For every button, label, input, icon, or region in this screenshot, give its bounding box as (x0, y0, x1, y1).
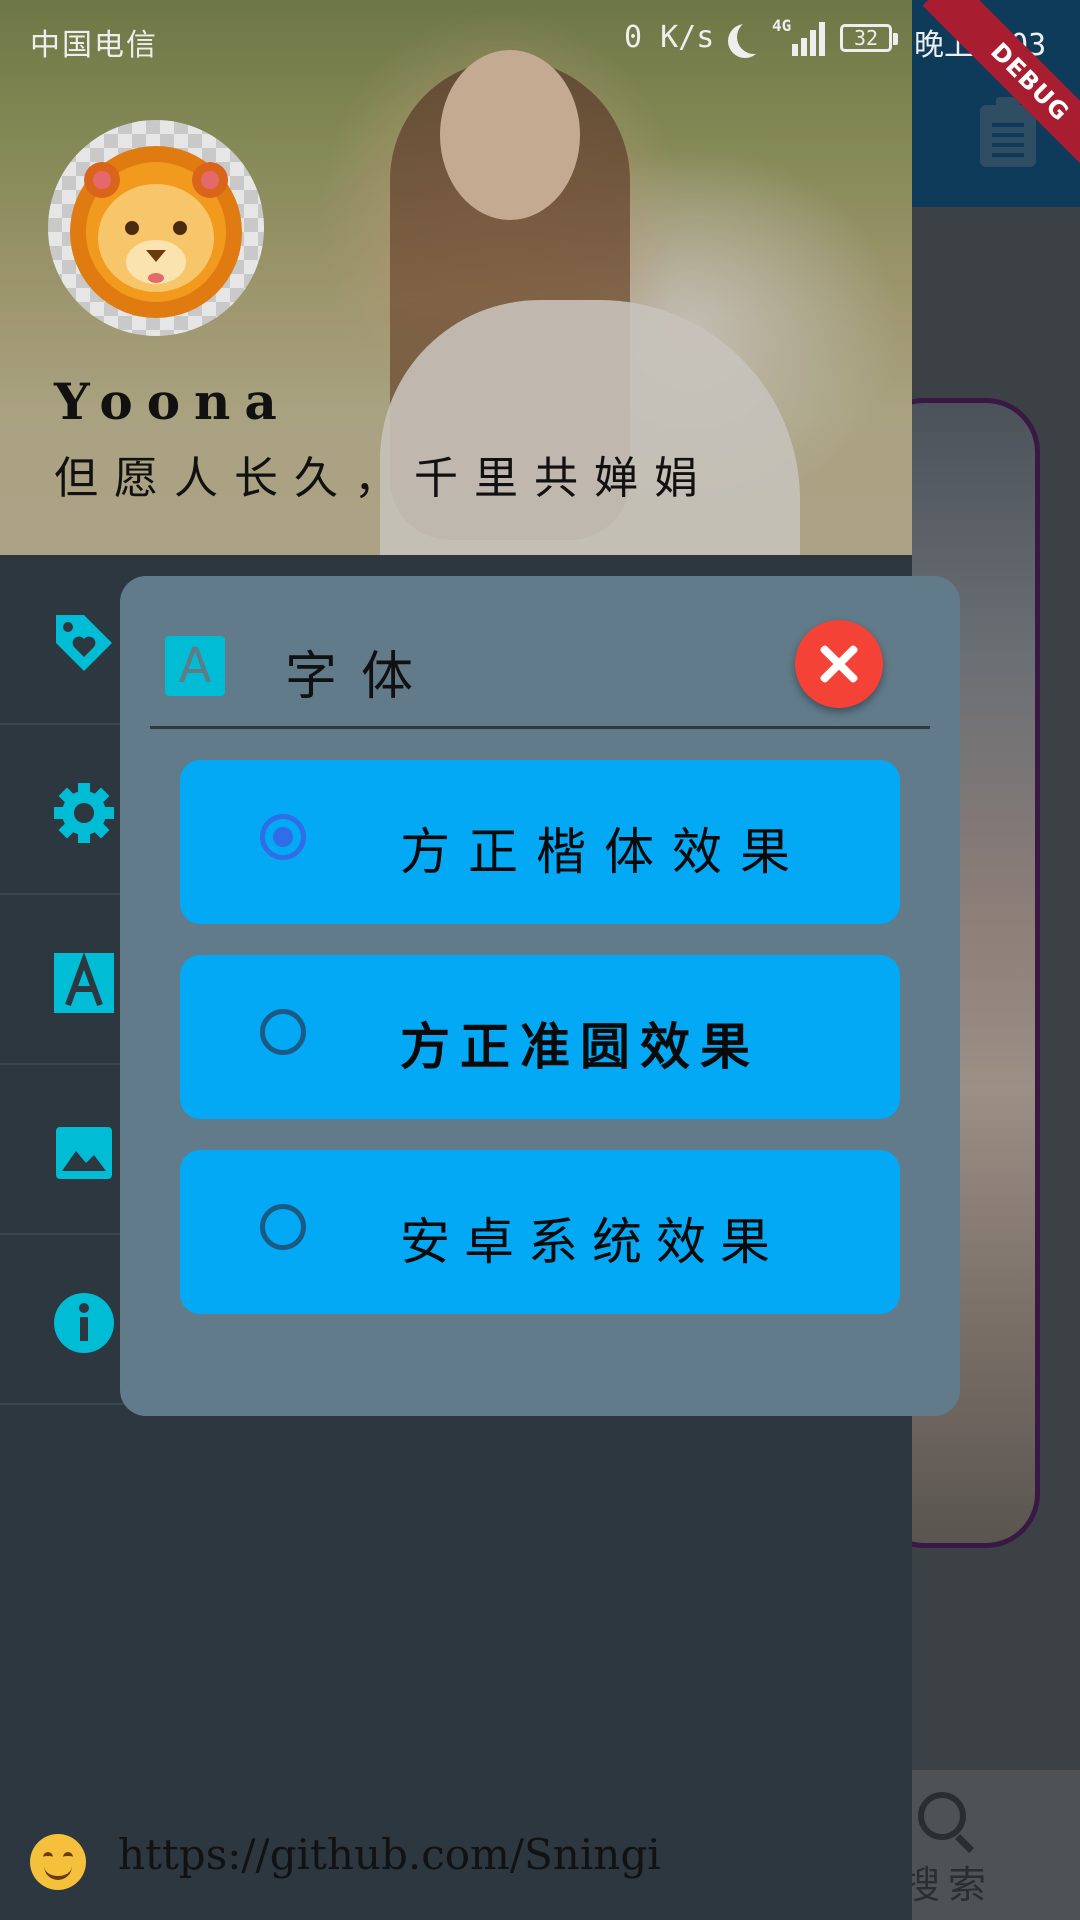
close-button[interactable] (795, 620, 883, 708)
gear-icon (54, 783, 114, 843)
user-name: Yoona (54, 372, 291, 431)
info-icon (54, 1293, 114, 1353)
font-option-kaiti[interactable]: 方正楷体效果 (180, 760, 900, 924)
github-link[interactable]: https://github.com/Sningi (118, 1830, 661, 1879)
radio-button[interactable] (260, 1009, 306, 1055)
dialog-title: 字体 (285, 647, 438, 707)
network-speed: 0 K/s (624, 20, 715, 55)
drawer-footer: https://github.com/Sningi (30, 1830, 890, 1894)
status-bar: 中国电信 0 K/s 4G 32 晚上8:03 (0, 0, 1080, 78)
user-motto: 但愿人长久，千里共婵娟 (54, 453, 714, 504)
font-dialog: A 字体 方正楷体效果 方正准圆效果 安卓系统效果 (120, 576, 960, 1416)
radio-button[interactable] (260, 1204, 306, 1250)
divider (150, 726, 930, 729)
do-not-disturb-moon-icon (737, 20, 771, 54)
drawer-header: Yoona 但愿人长久，千里共婵娟 (0, 0, 912, 555)
network-type: 4G (772, 16, 792, 35)
font-option-label: 安卓系统效果 (400, 1213, 784, 1271)
font-icon (54, 952, 114, 1013)
signal-strength-icon: 4G (772, 16, 825, 56)
font-option-label: 方正楷体效果 (400, 823, 808, 881)
tag-heart-icon (56, 615, 112, 671)
radio-button[interactable] (260, 814, 306, 860)
image-icon (56, 1127, 112, 1179)
font-option-label: 方正准圆效果 (400, 1018, 760, 1076)
search-tab-label[interactable]: 搜索 (902, 1854, 994, 1909)
lion-avatar-icon (70, 146, 242, 318)
carrier-name: 中国电信 (30, 28, 158, 63)
font-option-zhunyuan[interactable]: 方正准圆效果 (180, 955, 900, 1119)
battery-icon: 32 (840, 24, 898, 52)
search-icon[interactable] (918, 1792, 966, 1840)
avatar[interactable] (48, 120, 264, 336)
clipboard-icon[interactable] (980, 97, 1036, 167)
font-icon: A (165, 636, 225, 696)
smiling-face-icon (30, 1834, 86, 1890)
font-option-system[interactable]: 安卓系统效果 (180, 1150, 900, 1314)
